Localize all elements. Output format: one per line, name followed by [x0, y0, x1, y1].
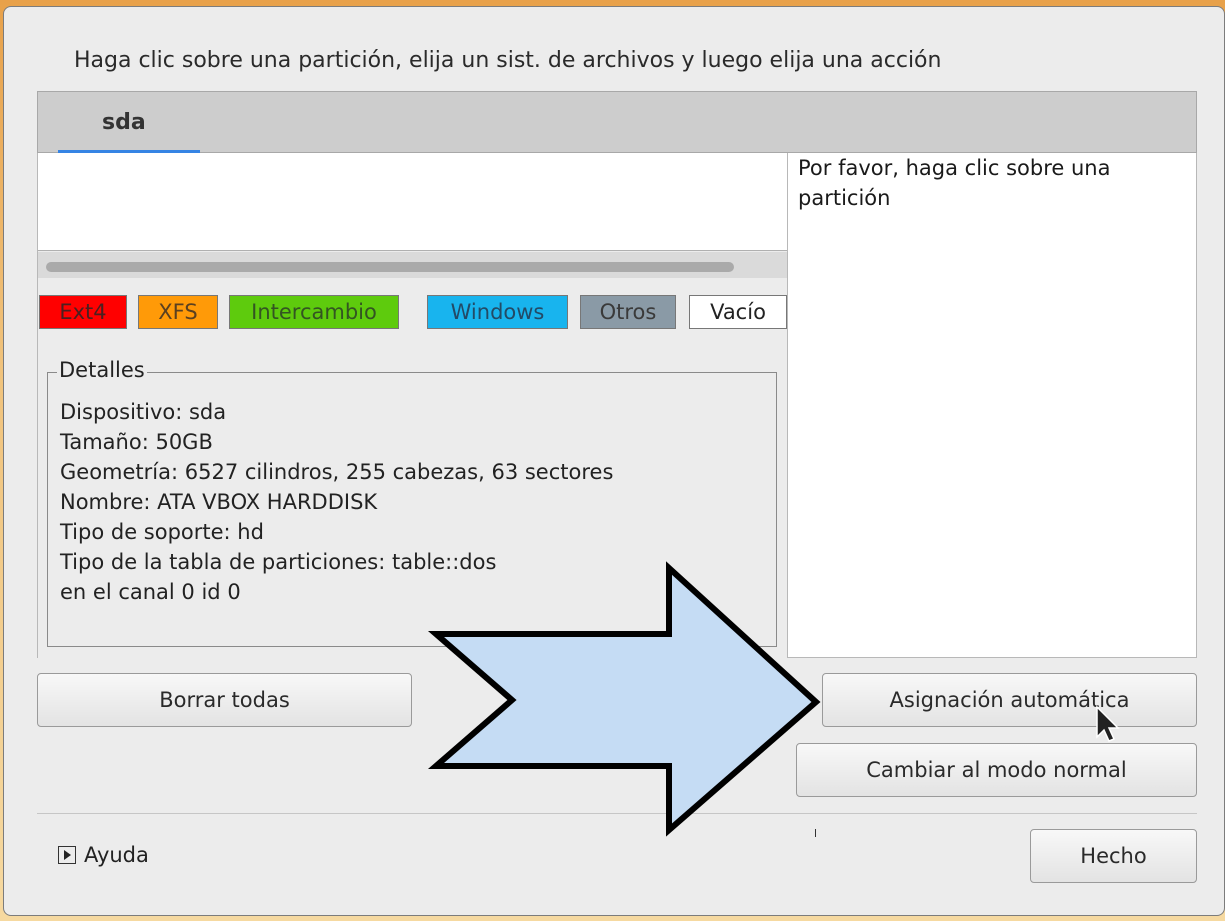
help-expander[interactable]: Ayuda	[58, 843, 149, 867]
legend-swap: Intercambio	[229, 295, 399, 329]
legend-empty: Vacío	[689, 295, 787, 329]
legend-xfs: XFS	[138, 295, 218, 329]
switch-mode-button[interactable]: Cambiar al modo normal	[796, 743, 1197, 797]
partition-map[interactable]	[38, 153, 787, 251]
disk-tab-bar: sda	[37, 91, 1197, 153]
partition-hint: Por favor, haga clic sobre una partición	[798, 156, 1111, 210]
detail-size: Tamaño: 50GB	[60, 430, 213, 454]
details-list: Dispositivo: sda Tamaño: 50GB Geometría:…	[60, 397, 613, 607]
disk-panel: Ext4 XFS Intercambio Windows Otros Vacío…	[38, 153, 788, 658]
disk-content-area: Ext4 XFS Intercambio Windows Otros Vacío…	[37, 153, 1197, 658]
disclosure-triangle-icon	[58, 846, 76, 864]
scrollbar-thumb[interactable]	[46, 262, 734, 272]
detail-table-type: Tipo de la tabla de particiones: table::…	[60, 550, 497, 574]
details-group: Detalles Dispositivo: sda Tamaño: 50GB G…	[47, 358, 777, 647]
detail-device: Dispositivo: sda	[60, 400, 227, 424]
detail-geometry: Geometría: 6527 cilindros, 255 cabezas, …	[60, 460, 614, 484]
divider-tick	[815, 829, 816, 837]
tab-label: sda	[102, 110, 146, 135]
separator	[37, 813, 1197, 814]
done-button[interactable]: Hecho	[1030, 829, 1197, 883]
legend-windows: Windows	[427, 295, 568, 329]
legend-ext4: Ext4	[39, 295, 127, 329]
details-title: Detalles	[57, 358, 147, 382]
detail-channel: en el canal 0 id 0	[60, 580, 241, 604]
auto-allocate-button[interactable]: Asignación automática	[822, 673, 1197, 727]
horizontal-scrollbar[interactable]	[38, 252, 787, 278]
detail-media-type: Tipo de soporte: hd	[60, 520, 264, 544]
help-label: Ayuda	[84, 843, 149, 867]
clear-all-button[interactable]: Borrar todas	[37, 673, 412, 727]
legend-other: Otros	[580, 295, 676, 329]
instruction-text: Haga clic sobre una partición, elija un …	[74, 48, 942, 73]
detail-name: Nombre: ATA VBOX HARDDISK	[60, 490, 378, 514]
tab-sda[interactable]: sda	[58, 92, 200, 153]
